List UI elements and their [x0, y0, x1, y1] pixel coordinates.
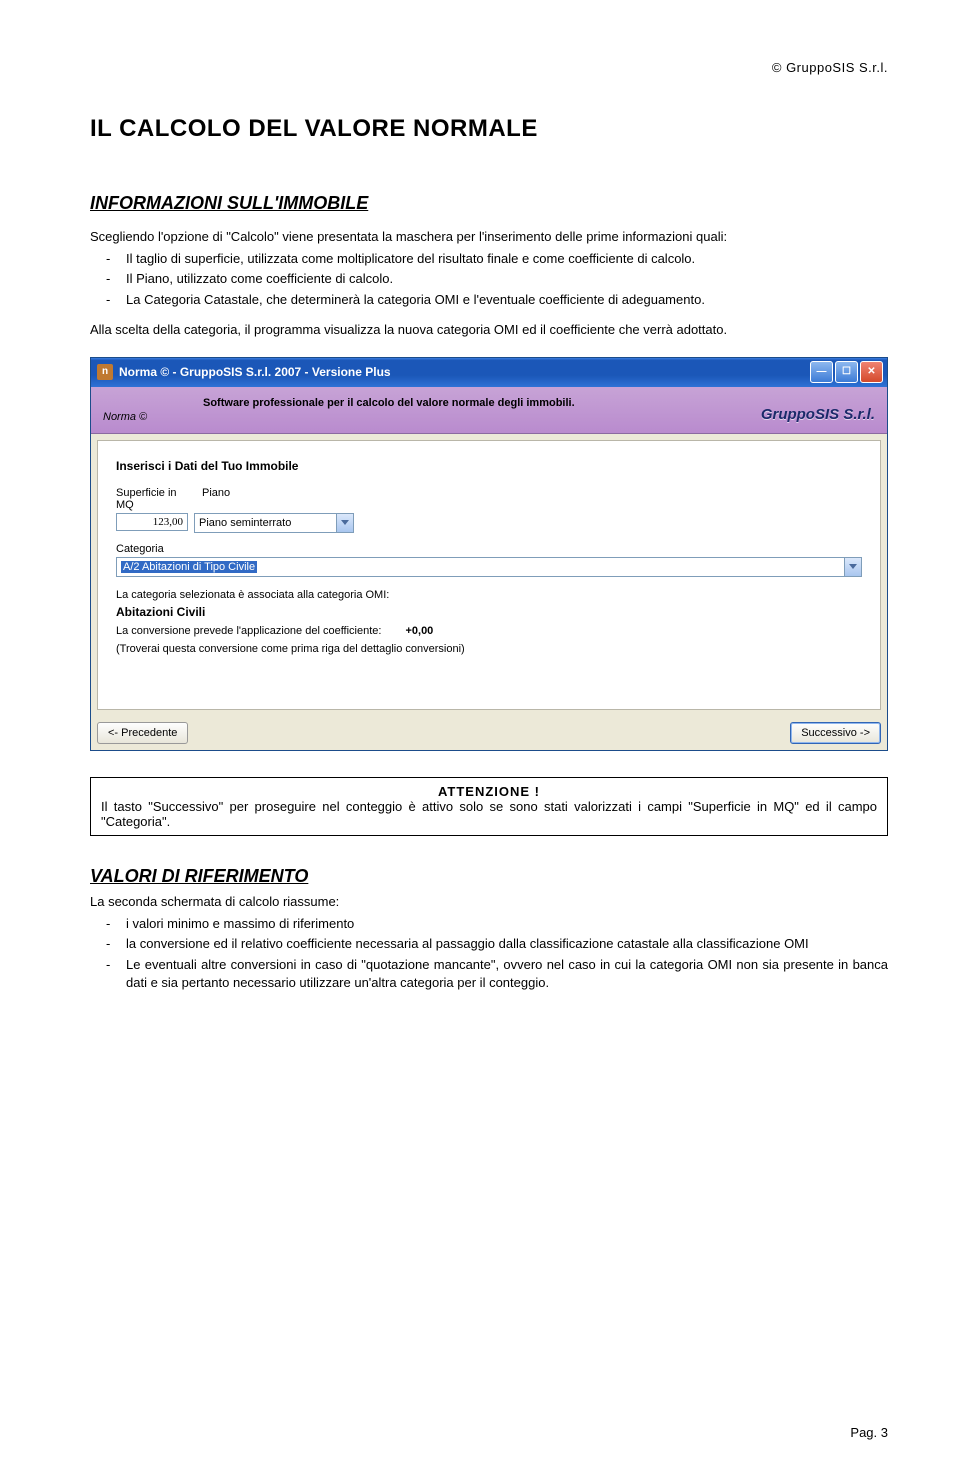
list-item: Le eventuali altre conversioni in caso d… — [126, 956, 888, 992]
app-screenshot: n Norma © - GruppoSIS S.r.l. 2007 - Vers… — [90, 357, 888, 751]
form-heading: Inserisci i Dati del Tuo Immobile — [116, 459, 862, 473]
banner-subtitle: Software professionale per il calcolo de… — [203, 397, 761, 409]
maximize-button[interactable]: ☐ — [835, 361, 858, 383]
attention-title: ATTENZIONE ! — [101, 784, 877, 799]
section-info-immobile-intro: Scegliendo l'opzione di "Calcolo" viene … — [90, 228, 888, 246]
note-line: (Troverai questa conversione come prima … — [116, 643, 862, 655]
form-panel: Inserisci i Dati del Tuo Immobile Superf… — [97, 440, 881, 710]
next-button[interactable]: Successivo -> — [790, 722, 881, 744]
piano-select-value: Piano seminterrato — [199, 517, 336, 529]
app-icon: n — [97, 364, 113, 380]
chevron-down-icon — [336, 514, 353, 532]
section-valori-title: VALORI DI RIFERIMENTO — [90, 866, 888, 887]
close-button[interactable]: ✕ — [860, 361, 883, 383]
assoc-value: Abitazioni Civili — [116, 605, 862, 619]
superficie-input[interactable] — [116, 513, 188, 531]
label-superficie: Superficie in MQ — [116, 487, 194, 511]
valori-list: i valori minimo e massimo di riferimento… — [90, 915, 888, 992]
list-item: la conversione ed il relativo coefficien… — [126, 935, 888, 953]
attention-text: Il tasto "Successivo" per proseguire nel… — [101, 799, 877, 829]
label-categoria: Categoria — [116, 543, 862, 555]
section-info-immobile-title: INFORMAZIONI SULL'IMMOBILE — [90, 193, 888, 214]
coef-value: +0,00 — [405, 625, 433, 637]
list-item: Il Piano, utilizzato come coefficiente d… — [126, 270, 888, 288]
coef-line: La conversione prevede l'applicazione de… — [116, 625, 862, 637]
list-item: i valori minimo e massimo di riferimento — [126, 915, 888, 933]
attention-box: ATTENZIONE ! Il tasto "Successivo" per p… — [90, 777, 888, 836]
categoria-select-value: A/2 Abitazioni di Tipo Civile — [121, 561, 257, 573]
copyright-header: © GruppoSIS S.r.l. — [90, 60, 888, 75]
window-title: Norma © - GruppoSIS S.r.l. 2007 - Versio… — [119, 365, 810, 379]
page-number: Pag. 3 — [850, 1425, 888, 1440]
page-title: IL CALCOLO DEL VALORE NORMALE — [90, 115, 888, 143]
piano-select[interactable]: Piano seminterrato — [194, 513, 354, 533]
banner-product-name: Norma © — [103, 411, 203, 423]
assoc-line: La categoria selezionata è associata all… — [116, 589, 862, 601]
info-immobile-list: Il taglio di superficie, utilizzata come… — [90, 250, 888, 309]
chevron-down-icon — [844, 558, 861, 576]
section-info-immobile-after: Alla scelta della categoria, il programm… — [90, 321, 888, 339]
list-item: La Categoria Catastale, che determinerà … — [126, 291, 888, 309]
prev-button[interactable]: <- Precedente — [97, 722, 188, 744]
label-piano: Piano — [202, 487, 230, 511]
window-titlebar[interactable]: n Norma © - GruppoSIS S.r.l. 2007 - Vers… — [91, 358, 887, 387]
section-valori-intro: La seconda schermata di calcolo riassume… — [90, 893, 888, 911]
app-banner: Norma © Software professionale per il ca… — [91, 387, 887, 434]
categoria-select[interactable]: A/2 Abitazioni di Tipo Civile — [116, 557, 862, 577]
minimize-button[interactable]: — — [810, 361, 833, 383]
banner-brand: GruppoSIS S.r.l. — [761, 406, 875, 423]
list-item: Il taglio di superficie, utilizzata come… — [126, 250, 888, 268]
